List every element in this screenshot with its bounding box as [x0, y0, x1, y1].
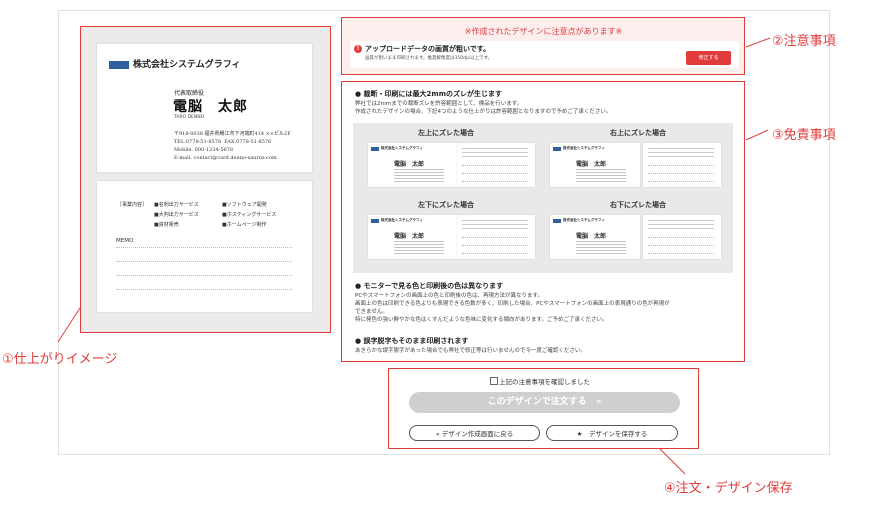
annotation-box-order: [388, 368, 699, 449]
callout-finished-image: ①仕上がりイメージ: [2, 352, 118, 367]
annotation-box-preview: [80, 26, 331, 333]
callout-disclaimer: ③免責事項: [772, 128, 836, 143]
callout-notice: ②注意事項: [772, 34, 836, 49]
annotation-box-disclaimer: [341, 81, 745, 362]
annotation-box-notice: [341, 17, 745, 75]
callout-order-save: ④注文・デザイン保存: [664, 481, 793, 496]
